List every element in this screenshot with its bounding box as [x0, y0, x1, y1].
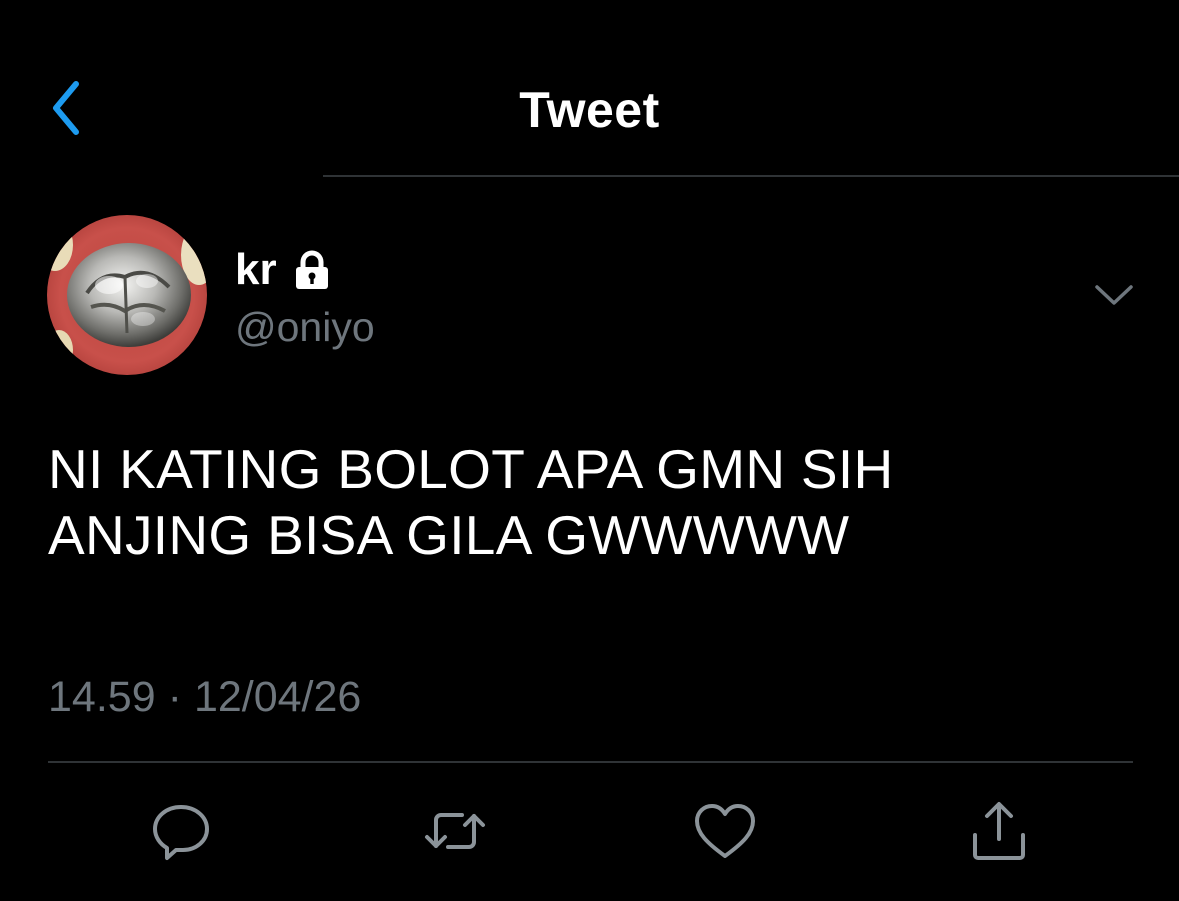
tweet-text: NI KATING BOLOT APA GMN SIH ANJING BISA …: [48, 436, 1128, 568]
tweet-date: 12/04/26: [193, 673, 362, 721]
page-title: Tweet: [519, 82, 660, 138]
meta-divider: [48, 761, 1133, 763]
header-divider: [323, 175, 1179, 177]
avatar[interactable]: [47, 215, 207, 375]
chevron-down-icon: [1095, 285, 1133, 305]
share-icon: [973, 802, 1025, 860]
author-handle[interactable]: @oniyo: [235, 302, 375, 352]
reply-icon: [153, 805, 209, 860]
lock-icon: [291, 249, 333, 291]
share-button[interactable]: [964, 796, 1034, 866]
author-name: kr: [235, 245, 277, 294]
more-options-button[interactable]: [1088, 272, 1140, 318]
tooth-crown-image: [47, 215, 207, 375]
tweet-header: Tweet: [0, 0, 1179, 177]
like-icon: [695, 804, 755, 858]
like-button[interactable]: [690, 796, 760, 866]
retweet-icon: [425, 813, 485, 849]
tweet-time: 14.59: [48, 673, 156, 721]
author-name-row[interactable]: kr: [235, 242, 333, 298]
tweet-timestamp: 14.59 · 12/04/26: [48, 670, 361, 724]
retweet-button[interactable]: [420, 796, 490, 866]
reply-button[interactable]: [146, 796, 216, 866]
tweet-text-line: ANJING BISA GILA GWWWWW: [48, 504, 850, 566]
meta-separator: ·: [167, 673, 182, 721]
tweet-text-line: NI KATING BOLOT APA GMN SIH: [48, 438, 894, 500]
